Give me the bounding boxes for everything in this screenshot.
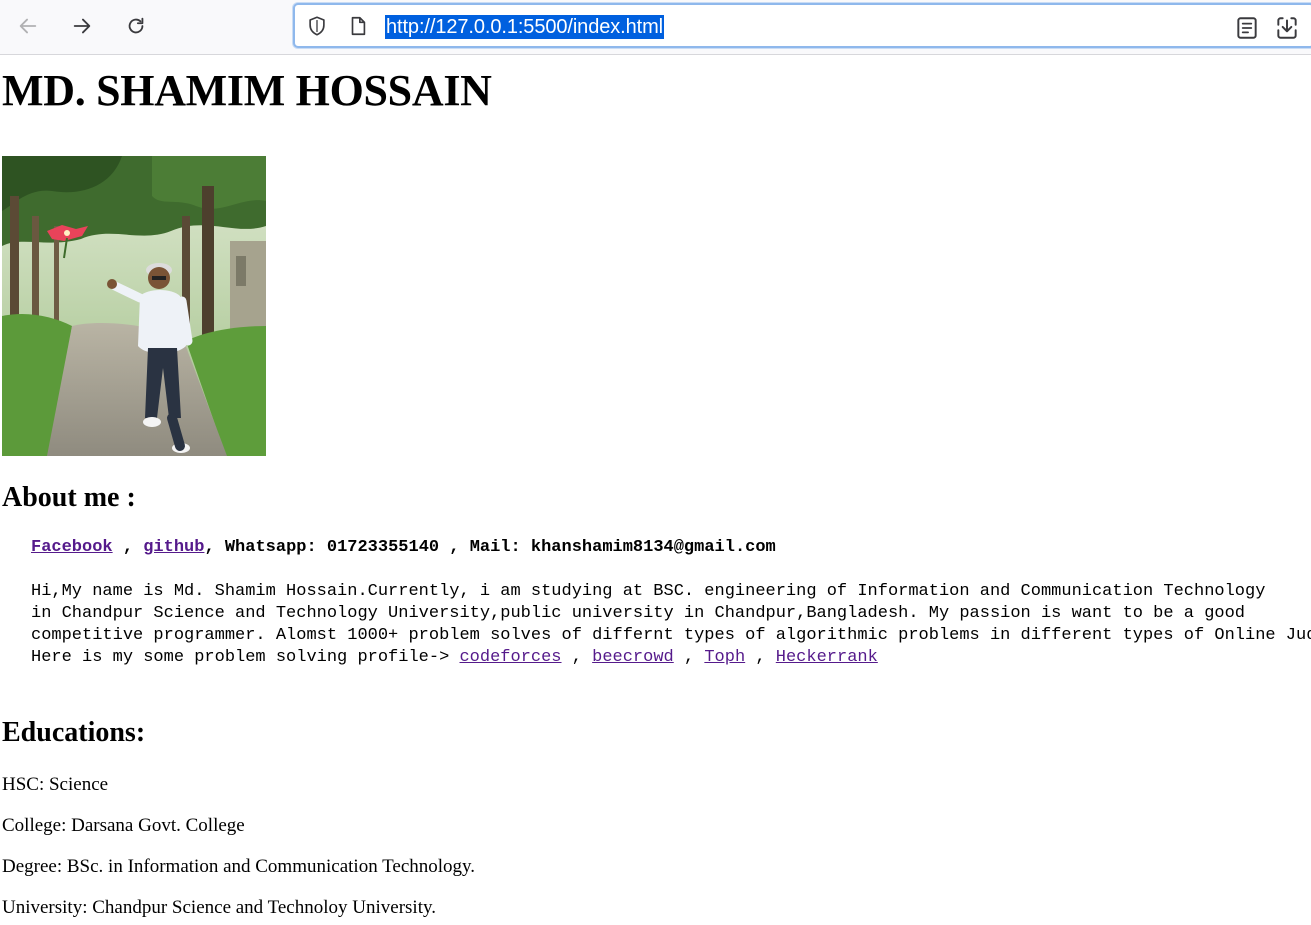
education-item: HSC: Science xyxy=(2,774,109,795)
url-text[interactable]: http://127.0.0.1:5500/index.html xyxy=(385,15,664,39)
shield-icon[interactable] xyxy=(306,15,328,37)
forward-arrow-icon xyxy=(73,18,91,34)
education-item: College: Darsana Govt. College xyxy=(2,815,245,836)
reload-icon xyxy=(128,17,144,34)
page-content: MD. SHAMIM HOSSAIN About me: Facebook ,… xyxy=(0,56,1311,925)
education-item: University: Chandpur Science and Technol… xyxy=(2,897,436,918)
education-item: Degree: BSc. in Information and Communic… xyxy=(2,856,476,877)
reader-view-icon[interactable] xyxy=(1234,15,1260,41)
browser-toolbar: http://127.0.0.1:5500/index.html xyxy=(0,0,1311,55)
address-bar[interactable]: http://127.0.0.1:5500/index.html xyxy=(293,3,1311,48)
reload-button[interactable] xyxy=(120,10,152,42)
profile-separator: , xyxy=(673,648,705,667)
back-arrow-icon xyxy=(19,18,37,34)
forward-button[interactable] xyxy=(66,10,98,42)
profile-photo-image xyxy=(2,156,266,456)
contact-line: Facebook , github, Whatsapp: 01723355140… xyxy=(31,537,776,559)
github-link[interactable]: github xyxy=(143,538,204,557)
contact-details: , Whatsapp: 01723355140 , Mail: khansham… xyxy=(204,538,776,557)
profiles-line: Here is my some problem solving profile-… xyxy=(31,647,1311,669)
profiles-prefix: Here is my some problem solving profile-… xyxy=(31,648,460,667)
education-heading: Educations: xyxy=(2,717,146,748)
download-icon[interactable] xyxy=(1274,15,1300,41)
bio-line: in Chandpur Science and Technology Unive… xyxy=(31,604,1245,623)
page-icon[interactable] xyxy=(347,15,369,37)
contact-separator: , xyxy=(112,538,144,557)
bio-line: Hi,My name is Md. Shamim Hossain.Current… xyxy=(31,582,1266,601)
page-title: MD. SHAMIM HOSSAIN xyxy=(2,66,492,115)
profile-separator: , xyxy=(745,648,776,667)
about-heading: About me : xyxy=(2,482,136,513)
bio-line: competitive programmer. Alomst 1000+ pro… xyxy=(31,626,1311,645)
facebook-link[interactable]: Facebook xyxy=(31,538,113,557)
beecrowd-link[interactable]: beecrowd xyxy=(592,648,674,667)
back-button[interactable] xyxy=(12,10,44,42)
bio-text: Hi,My name is Md. Shamim Hossain.Current… xyxy=(31,581,1311,669)
toph-link[interactable]: Toph xyxy=(704,648,745,667)
profile-separator: , xyxy=(561,648,593,667)
heckerrank-link[interactable]: Heckerrank xyxy=(776,648,878,667)
codeforces-link[interactable]: codeforces xyxy=(459,648,561,667)
profile-photo xyxy=(2,156,266,456)
